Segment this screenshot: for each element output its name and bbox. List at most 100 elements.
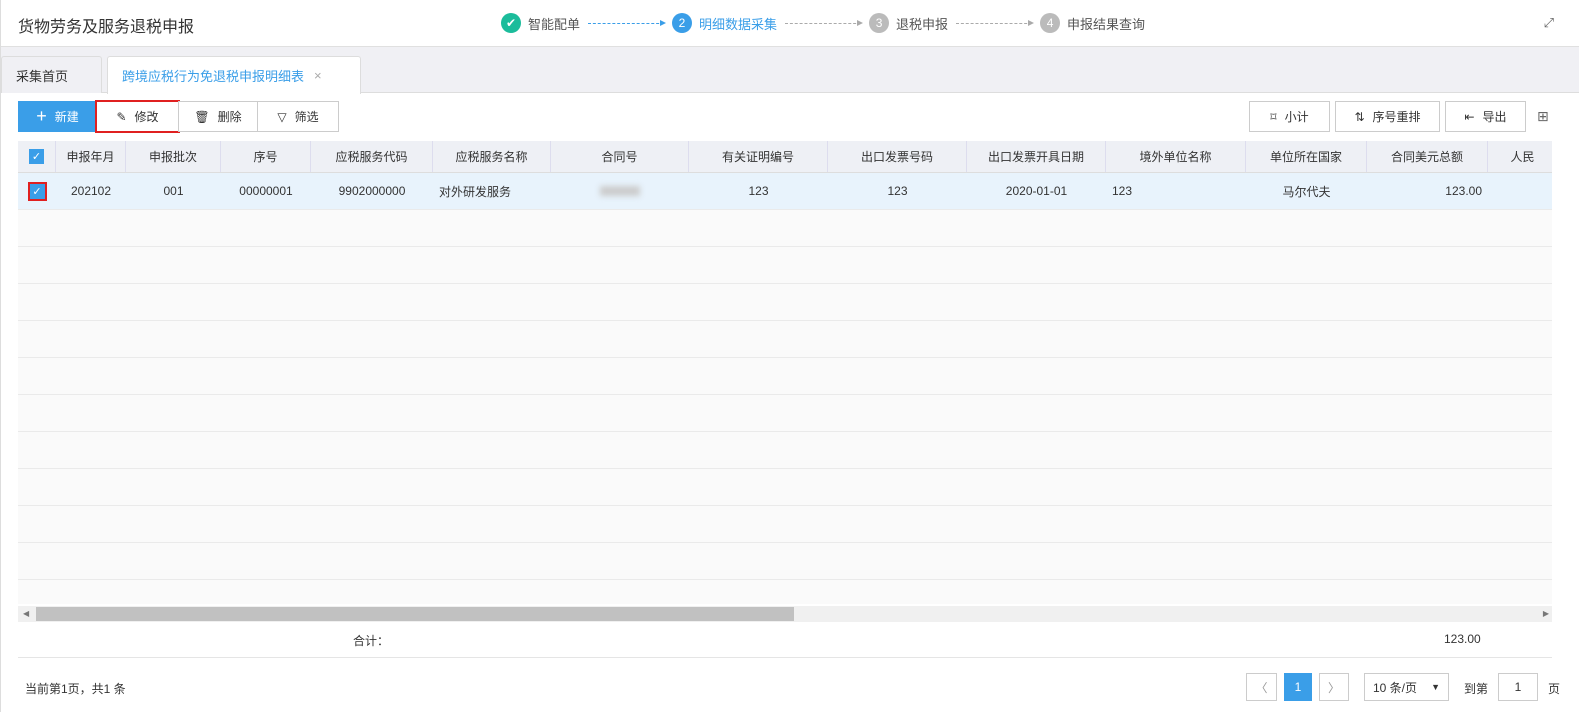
empty-row	[18, 247, 1552, 284]
goto-label: 到第	[1464, 682, 1489, 696]
header-select-all-cell: ✓	[18, 141, 56, 172]
button-label: 导出	[1482, 110, 1507, 124]
goto-page-input[interactable]: 1	[1498, 673, 1538, 701]
close-icon[interactable]: ×	[314, 68, 322, 83]
export-button[interactable]: ⇤ 导出	[1445, 101, 1526, 132]
table-row[interactable]: ✓ 202102 001 00000001 9902000000 对外研发服务 123 123…	[18, 173, 1552, 210]
step-label: 明细数据采集	[699, 16, 778, 32]
step-number: 2	[672, 13, 693, 33]
step-label: 退税申报	[896, 16, 949, 32]
arrow-icon	[956, 19, 1035, 26]
table-cell: 123.00	[1445, 184, 1482, 198]
table-cell	[1488, 173, 1552, 209]
caret-down-icon: ▼	[1431, 682, 1440, 692]
empty-row	[18, 543, 1552, 580]
button-label: 修改	[134, 110, 159, 124]
table-cell: 123	[748, 184, 769, 198]
column-header[interactable]: 出口发票号码	[828, 141, 967, 172]
export-icon: ⇤	[1464, 109, 1475, 124]
renumber-button[interactable]: ⇅ 序号重排	[1335, 101, 1440, 132]
column-header[interactable]: 人民	[1488, 141, 1552, 172]
empty-row	[18, 469, 1552, 506]
button-label: 序号重排	[1372, 110, 1421, 124]
check-icon: ✔	[501, 13, 521, 33]
tab-detail[interactable]: 跨境应税行为免退税申报明细表 ×	[107, 56, 361, 94]
empty-row	[18, 580, 1552, 604]
column-header[interactable]: 合同美元总额	[1367, 141, 1488, 172]
column-header[interactable]: 申报批次	[126, 141, 221, 172]
table-cell: 2020-01-01	[1005, 184, 1068, 198]
scrollbar-thumb[interactable]	[36, 607, 794, 621]
sort-icon: ⇅	[1354, 109, 1365, 124]
next-page-button[interactable]: 〉	[1319, 673, 1349, 701]
button-label: 筛选	[294, 110, 319, 124]
step-4: 4 申报结果查询	[1040, 13, 1145, 33]
row-select-cell: ✓	[18, 173, 56, 209]
empty-row	[18, 321, 1552, 358]
tab-label: 跨境应税行为免退税申报明细表	[122, 69, 305, 84]
table-cell: 123	[887, 184, 908, 198]
table-header: ✓ 申报年月 申报批次 序号 应税服务代码 应税服务名称 合同号 有关证明编号 出口发票号码 出口…	[18, 141, 1552, 173]
filter-icon: ▽	[277, 109, 287, 124]
arrow-icon	[588, 19, 667, 26]
button-label: 小计	[1284, 110, 1309, 124]
empty-row	[18, 284, 1552, 321]
page-1-button[interactable]: 1	[1284, 673, 1312, 701]
empty-row	[18, 358, 1552, 395]
page-info: 当前第1页，共1 条	[25, 682, 126, 696]
scroll-right-icon[interactable]: ▶	[1543, 609, 1549, 618]
bookmark-icon: ⌑	[1270, 109, 1277, 124]
totals-usd: 123.00	[1444, 632, 1481, 646]
table-cell	[551, 173, 689, 209]
empty-row	[18, 432, 1552, 469]
column-header[interactable]: 有关证明编号	[689, 141, 828, 172]
page-suffix: 页	[1548, 682, 1561, 696]
redacted-contract-number	[600, 186, 640, 196]
totals-label: 合计：	[353, 634, 390, 648]
empty-row	[18, 210, 1552, 247]
edit-button[interactable]: ✎ 修改	[95, 100, 180, 133]
empty-row	[18, 395, 1552, 432]
table-cell: 001	[163, 184, 184, 198]
select-all-checkbox[interactable]: ✓	[29, 149, 44, 164]
step-1: ✔ 智能配单	[501, 13, 580, 33]
tab-label: 采集首页	[16, 68, 69, 84]
delete-button[interactable]: 🗑 删除	[178, 101, 258, 132]
column-header[interactable]: 合同号	[551, 141, 689, 172]
table-cell: 00000001	[239, 184, 293, 198]
column-header[interactable]: 序号	[221, 141, 311, 172]
step-label: 申报结果查询	[1067, 16, 1146, 32]
page-size-select[interactable]: 10 条/页 ▼	[1364, 673, 1449, 701]
table-cell: 马尔代夫	[1282, 184, 1331, 199]
empty-row	[18, 506, 1552, 543]
data-table: ✓ 申报年月 申报批次 序号 应税服务代码 应税服务名称 合同号 有关证明编号 出口发票号码 出口…	[18, 141, 1552, 604]
column-header[interactable]: 境外单位名称	[1106, 141, 1246, 172]
fullscreen-icon[interactable]: ⤢	[1544, 15, 1554, 31]
page-size-value: 10 条/页	[1373, 680, 1418, 695]
horizontal-scrollbar[interactable]: ◀ ▶	[18, 606, 1552, 622]
filter-button[interactable]: ▽ 筛选	[257, 101, 339, 132]
new-button[interactable]: + 新建	[18, 101, 97, 132]
column-header[interactable]: 出口发票开具日期	[967, 141, 1106, 172]
step-3: 3 退税申报	[869, 13, 948, 33]
column-header[interactable]: 应税服务代码	[311, 141, 433, 172]
step-progress: ✔ 智能配单 2 明细数据采集 3 退税申报 4 申报结果查询	[501, 13, 1145, 33]
column-header[interactable]: 应税服务名称	[433, 141, 551, 172]
header: 货物劳务及服务退税申报 ✔ 智能配单 2 明细数据采集 3 退税申报 4 申报结果查询 …	[1, 0, 1579, 47]
trash-icon: 🗑	[194, 109, 210, 124]
table-cell: 202102	[70, 184, 112, 198]
column-settings-icon[interactable]: ⊞	[1537, 108, 1549, 125]
button-label: 新建	[54, 110, 79, 124]
table-cell: 9902000000	[338, 184, 406, 198]
step-number: 3	[869, 13, 890, 33]
scroll-left-icon[interactable]: ◀	[23, 609, 29, 618]
tab-home[interactable]: 采集首页	[1, 56, 102, 93]
step-number: 4	[1040, 13, 1061, 33]
subtotal-button[interactable]: ⌑ 小计	[1249, 101, 1330, 132]
column-header[interactable]: 单位所在国家	[1246, 141, 1367, 172]
column-header[interactable]: 申报年月	[56, 141, 126, 172]
page-title: 货物劳务及服务退税申报	[18, 19, 195, 36]
prev-page-button[interactable]: 〈	[1246, 673, 1277, 701]
plus-icon: +	[36, 106, 47, 126]
row-checkbox[interactable]: ✓	[27, 181, 47, 201]
